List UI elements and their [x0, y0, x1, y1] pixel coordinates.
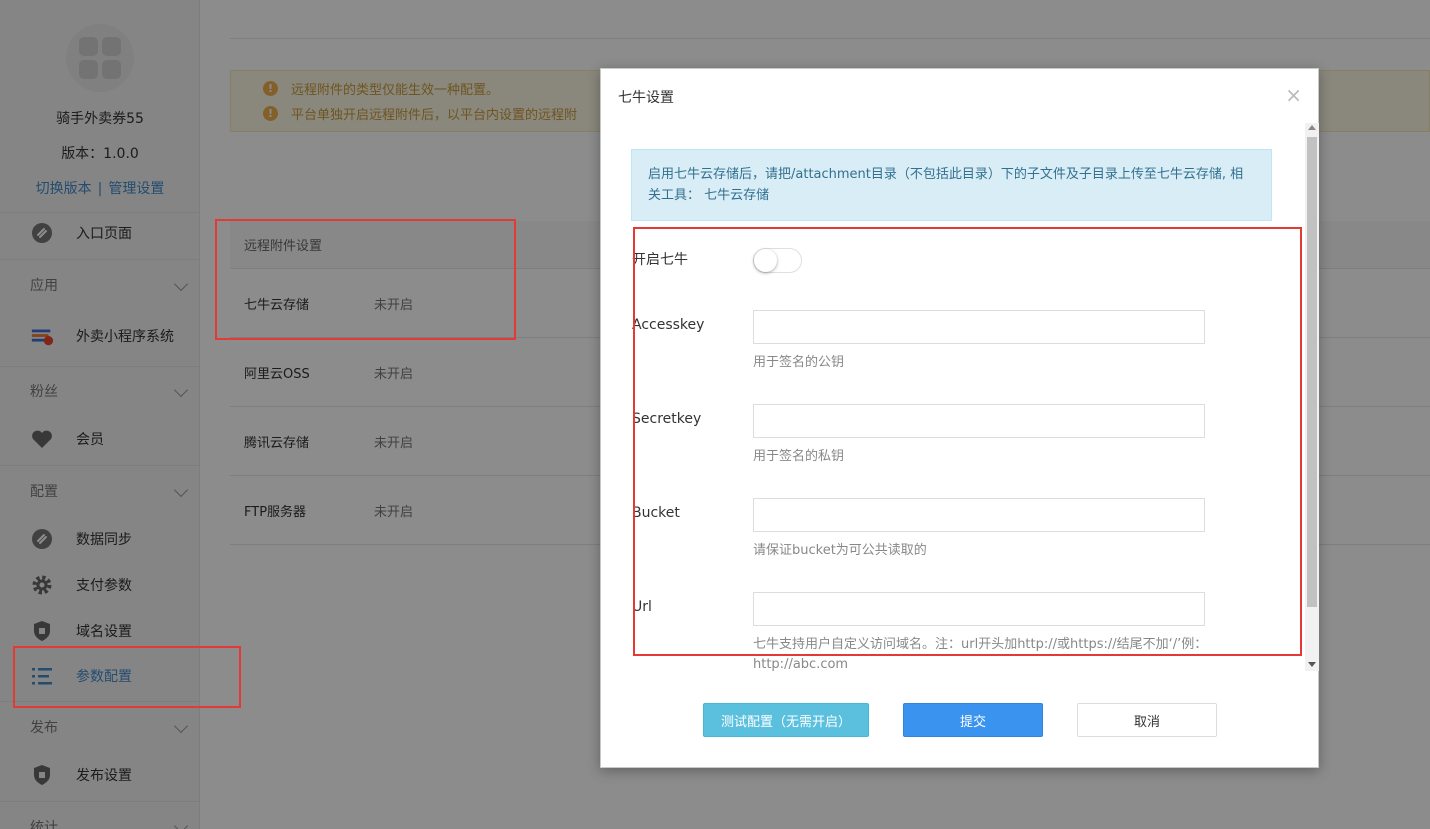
enable-qiniu-label: 开启七牛: [632, 252, 688, 268]
qiniu-tool-link[interactable]: 七牛云存储: [704, 188, 769, 203]
info-alert: 启用七牛云存储后，请把/attachment目录（不包括此目录）下的子文件及子目…: [631, 149, 1272, 221]
modal-footer: 测试配置（无需开启） 提交 取消: [601, 671, 1318, 767]
accesskey-label: Accesskey: [632, 317, 705, 333]
bucket-label: Bucket: [632, 505, 680, 521]
cancel-button[interactable]: 取消: [1077, 703, 1217, 737]
bucket-input[interactable]: [753, 498, 1205, 532]
accesskey-help: 用于签名的公钥: [753, 355, 845, 370]
close-icon[interactable]: ×: [1285, 83, 1302, 107]
accesskey-input[interactable]: [753, 310, 1205, 344]
modal-body: 启用七牛云存储后，请把/attachment目录（不包括此目录）下的子文件及子目…: [601, 121, 1318, 671]
url-input[interactable]: [753, 592, 1205, 626]
toggle-knob: [754, 249, 777, 272]
enable-qiniu-toggle[interactable]: [753, 248, 802, 273]
test-config-button[interactable]: 测试配置（无需开启）: [703, 703, 869, 737]
url-label: Url: [632, 599, 652, 615]
modal-title: 七牛设置: [618, 90, 674, 106]
scroll-down-icon[interactable]: [1308, 662, 1316, 667]
secretkey-label: Secretkey: [632, 411, 702, 427]
modal-scrollbar[interactable]: [1305, 123, 1319, 671]
url-help: 七牛支持用户自定义访问域名。注：url开头加http://或https://结尾…: [753, 637, 1208, 671]
qiniu-settings-modal: 七牛设置 × 启用七牛云存储后，请把/attachment目录（不包括此目录）下…: [600, 68, 1319, 768]
scroll-thumb[interactable]: [1307, 137, 1317, 607]
secretkey-input[interactable]: [753, 404, 1205, 438]
scroll-up-icon[interactable]: [1308, 125, 1316, 130]
bucket-help: 请保证bucket为可公共读取的: [753, 543, 927, 558]
secretkey-help: 用于签名的私钥: [753, 449, 845, 464]
submit-button[interactable]: 提交: [903, 703, 1043, 737]
